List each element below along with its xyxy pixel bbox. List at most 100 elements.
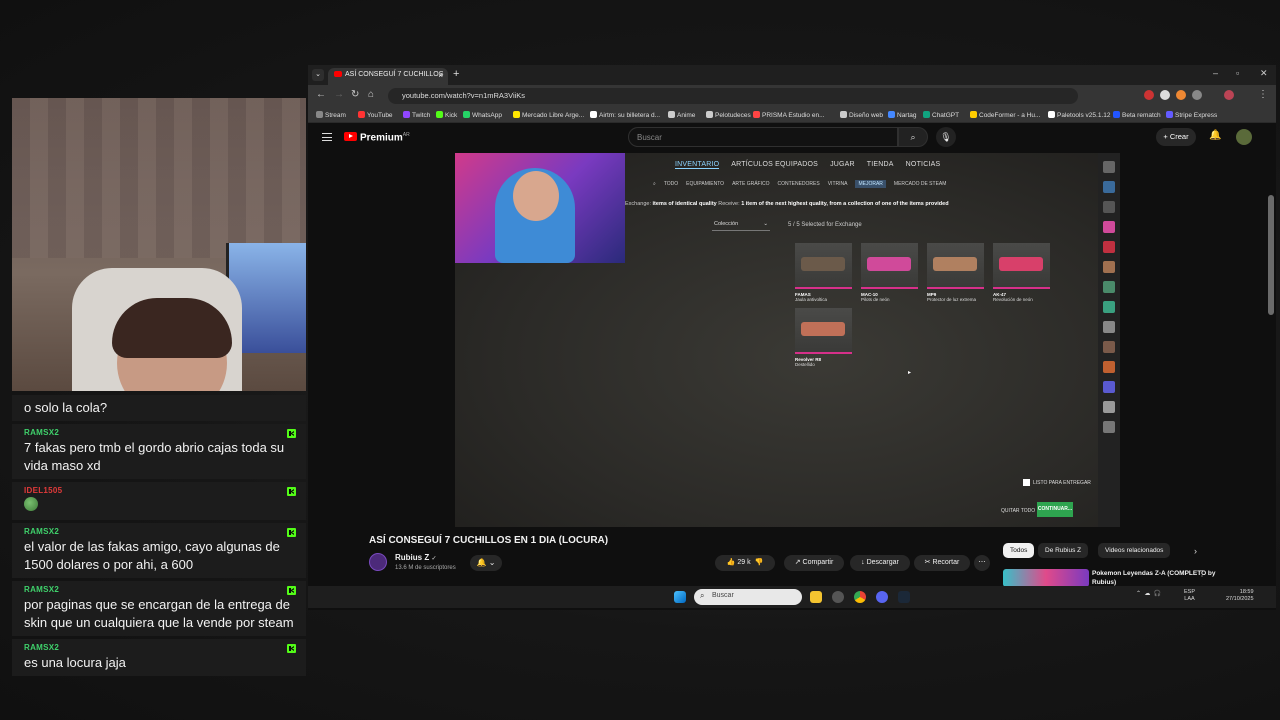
game-subnav-item[interactable]: TODO (664, 181, 678, 187)
bookmark-item[interactable]: ChatGPT (923, 111, 959, 119)
bookmark-item[interactable]: Stream (316, 111, 346, 119)
friend-avatar[interactable] (1103, 201, 1115, 213)
game-subnav-item[interactable]: CONTENEDORES (777, 181, 819, 187)
game-subnav-item[interactable]: MEJORAR (855, 180, 886, 188)
more-actions-icon[interactable]: ⋯ (974, 555, 990, 571)
chevron-right-icon[interactable]: › (1194, 546, 1197, 556)
game-nav-item[interactable]: INVENTARIO (675, 161, 720, 169)
chrome-icon[interactable] (854, 591, 866, 603)
friend-avatar[interactable] (1103, 161, 1115, 173)
bookmark-item[interactable]: WhatsApp (463, 111, 502, 119)
close-tab-icon[interactable]: × (438, 71, 443, 80)
like-dislike-button[interactable]: 👍 29 k 👎 (715, 555, 775, 571)
avatar[interactable] (1236, 129, 1252, 145)
chat-username[interactable]: RAMSX2 (24, 585, 294, 594)
bookmark-item[interactable]: Kick (436, 111, 457, 119)
exchange-item-card[interactable] (993, 243, 1050, 289)
chip-related[interactable]: Videos relacionados (1098, 543, 1171, 558)
tab-search-icon[interactable]: ⌄ (312, 69, 324, 81)
recommended-thumbnail[interactable] (1003, 569, 1089, 587)
clock[interactable]: 18:59 27/10/2025 (1226, 589, 1254, 603)
ready-checkbox[interactable]: LISTO PARA ENTREGAR (1023, 479, 1091, 486)
notifications-icon[interactable]: 🔔 (1209, 130, 1221, 141)
game-subnav-item[interactable]: EQUIPAMIENTO (686, 181, 724, 187)
system-tray[interactable]: ⌃ ☁ 🎧 (1136, 590, 1161, 597)
game-nav-item[interactable]: JUGAR (830, 161, 855, 168)
game-nav-item[interactable]: NOTICIAS (906, 161, 941, 168)
friend-avatar[interactable] (1103, 301, 1115, 313)
collection-dropdown[interactable]: Colección ⌄ (712, 219, 770, 231)
mic-icon[interactable]: 🎙 (936, 127, 956, 147)
forward-icon[interactable]: → (334, 89, 344, 100)
game-subnav-item[interactable]: VITRINA (828, 181, 848, 187)
bookmark-item[interactable]: Paletools v25.1.12 (1048, 111, 1110, 119)
friend-avatar[interactable] (1103, 421, 1115, 433)
exchange-item-card[interactable] (795, 243, 852, 289)
extension-icon[interactable] (1160, 90, 1170, 100)
create-button[interactable]: + Crear (1156, 128, 1196, 146)
chip-all[interactable]: Todos (1003, 543, 1035, 558)
video-player[interactable]: INVENTARIO ARTÍCULOS EQUIPADOS JUGAR TIENDA… (455, 153, 1120, 527)
minimize-icon[interactable]: – (1213, 68, 1218, 78)
bookmark-item[interactable]: YouTube (358, 111, 393, 119)
home-icon[interactable]: ⌂ (368, 89, 374, 100)
reload-icon[interactable]: ↻ (351, 89, 359, 100)
exchange-item-card[interactable] (861, 243, 918, 289)
bookmark-item[interactable]: Airtm: su billetera d... (590, 111, 660, 119)
chat-username[interactable]: RAMSX2 (24, 527, 294, 536)
bookmark-item[interactable]: Nartag (888, 111, 917, 119)
steam-icon[interactable] (898, 591, 910, 603)
friend-avatar[interactable] (1103, 381, 1115, 393)
chat-username[interactable]: RAMSX2 (24, 428, 294, 437)
new-tab-button[interactable]: + (453, 68, 459, 80)
language-indicator[interactable]: ESP LAA (1184, 589, 1195, 603)
extensions-puzzle-icon[interactable] (1192, 90, 1202, 100)
windows-start-icon[interactable] (674, 591, 686, 603)
maximize-icon[interactable]: ▫ (1236, 68, 1239, 78)
bookmark-item[interactable]: Stripe Express (1166, 111, 1217, 119)
search-button[interactable]: ⌕ (898, 127, 928, 147)
taskbar-search[interactable]: ⌕ Buscar (694, 589, 802, 605)
bookmark-item[interactable]: Diseño web (840, 111, 883, 119)
bookmark-item[interactable]: Twitch (403, 111, 430, 119)
channel-avatar[interactable] (369, 553, 387, 571)
chat-username[interactable]: IDEL1505 (24, 486, 294, 495)
friend-avatar[interactable] (1103, 401, 1115, 413)
back-icon[interactable]: ← (316, 89, 326, 100)
extension-icon[interactable] (1144, 90, 1154, 100)
menu-icon[interactable] (322, 133, 332, 141)
close-window-icon[interactable]: ✕ (1260, 68, 1268, 79)
game-search-icon[interactable]: ⌕ (653, 181, 656, 187)
youtube-premium-logo[interactable]: PremiumAR (344, 132, 410, 143)
remove-all-button[interactable]: QUITAR TODO (1001, 508, 1035, 514)
discord-icon[interactable] (876, 591, 888, 603)
bookmark-item[interactable]: Anime (668, 111, 695, 119)
game-subnav-item[interactable]: ARTE GRÁFICO (732, 181, 769, 187)
more-vert-icon[interactable]: ⋮ (1198, 569, 1206, 578)
friend-avatar[interactable] (1103, 361, 1115, 373)
file-explorer-icon[interactable] (810, 591, 822, 603)
chat-username[interactable]: RAMSX2 (24, 643, 294, 652)
channel-name[interactable]: Rubius Z ✓ (395, 553, 436, 562)
search-input[interactable]: Buscar (628, 127, 898, 147)
exchange-item-card[interactable] (795, 308, 852, 354)
page-scrollbar[interactable] (1268, 195, 1274, 315)
obs-icon[interactable] (832, 591, 844, 603)
browser-tab-active[interactable]: ASÍ CONSEGUÍ 7 CUCHILLOS × (328, 68, 448, 85)
game-subnav-item[interactable]: MERCADO DE STEAM (894, 181, 947, 187)
friend-avatar[interactable] (1103, 341, 1115, 353)
download-button[interactable]: ↓ Descargar (850, 555, 910, 571)
bookmark-item[interactable]: Mercado Libre Arge... (513, 111, 584, 119)
continue-button[interactable]: CONTINUAR... (1037, 502, 1073, 517)
bookmark-item[interactable]: Beta rematch (1113, 111, 1161, 119)
bookmark-item[interactable]: Pelotudeces (706, 111, 751, 119)
friend-avatar[interactable] (1103, 181, 1115, 193)
profile-icon[interactable] (1224, 90, 1234, 100)
url-field[interactable]: youtube.com/watch?v=n1mRA3ViiKs (388, 88, 1078, 104)
friend-avatar[interactable] (1103, 321, 1115, 333)
exchange-item-card[interactable] (927, 243, 984, 289)
browser-menu-icon[interactable]: ⋮ (1258, 89, 1268, 100)
clip-button[interactable]: ✂ Recortar (914, 555, 970, 571)
share-button[interactable]: ↗ Compartir (784, 555, 844, 571)
game-nav-item[interactable]: TIENDA (867, 161, 894, 168)
